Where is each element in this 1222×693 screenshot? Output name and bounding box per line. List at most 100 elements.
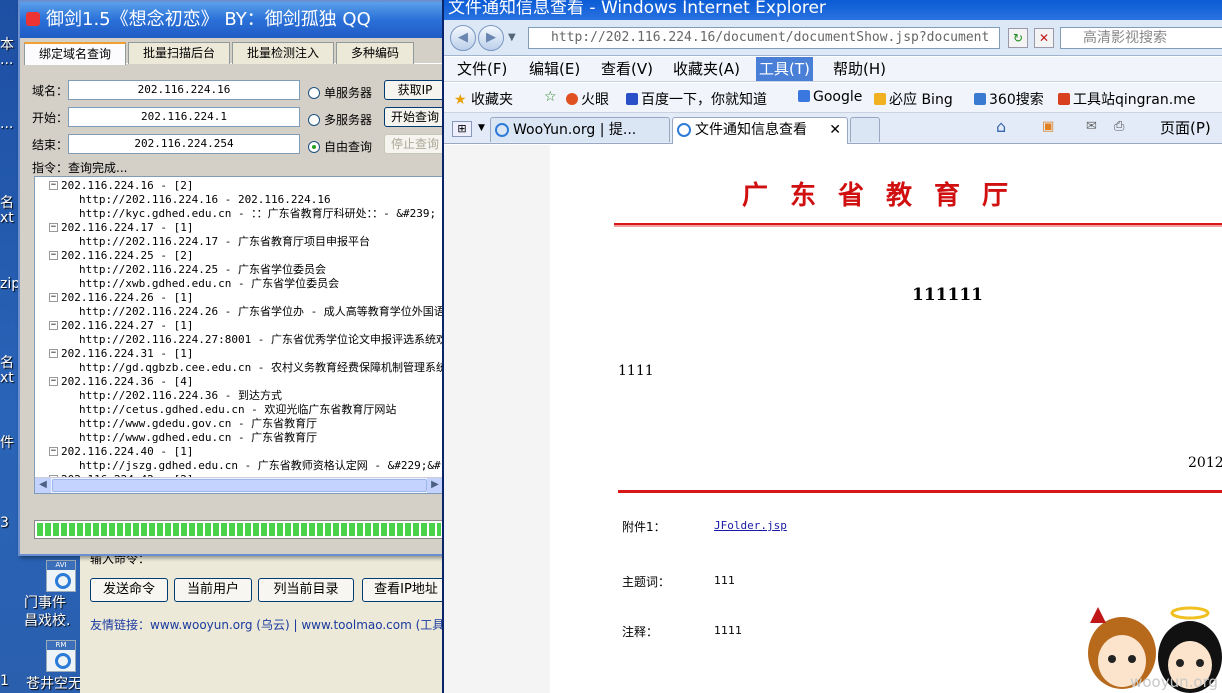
fav-baidu[interactable]: 百度一下，你就知道 — [626, 89, 767, 109]
tree-item[interactable]: http://www.gdhed.edu.cn - 广东省教育厅 — [35, 431, 317, 444]
mail-icon[interactable]: ✉ — [1086, 119, 1097, 134]
tree-node[interactable]: −202.116.224.25 - [2] — [35, 249, 193, 262]
search-input[interactable]: 高清影视搜索 — [1060, 27, 1222, 49]
ie-titlebar[interactable]: 文件通知信息查看 - Windows Internet Explorer — [444, 0, 1222, 20]
menu-file[interactable]: 文件(F) — [454, 57, 510, 81]
document-body: 1111 — [618, 363, 654, 379]
tree-node[interactable]: −202.116.224.17 - [1] — [35, 221, 193, 234]
tab-wooyun[interactable]: WooYun.org | 提... — [490, 117, 670, 142]
video-file-icon[interactable]: AVI — [46, 560, 76, 592]
scroll-left-icon[interactable]: ◀ — [35, 478, 51, 493]
tab-list-icon[interactable]: ▼ — [478, 123, 485, 133]
tree-node[interactable]: −202.116.224.40 - [1] — [35, 445, 193, 458]
tree-item[interactable]: http://xwb.gdhed.edu.cn - 广东省学位委员会 — [35, 277, 339, 290]
start-query-button[interactable]: 开始查询 — [384, 107, 446, 127]
collapse-icon[interactable]: − — [49, 293, 58, 302]
tab-injection-scan[interactable]: 批量检测注入 — [232, 42, 335, 64]
video-file-icon[interactable]: RM — [46, 640, 76, 672]
home-icon[interactable]: ⌂ — [996, 117, 1006, 136]
tree-item[interactable]: http://gd.qgbzb.cee.edu.cn - 农村义务教育经费保障机… — [35, 361, 443, 374]
collapse-icon[interactable]: − — [49, 377, 58, 386]
current-user-button[interactable]: 当前用户 — [174, 578, 252, 602]
footer-divider — [618, 490, 1222, 493]
domain-input[interactable]: 202.116.224.16 — [68, 80, 300, 100]
tab-domain-query[interactable]: 绑定域名查询 — [24, 42, 127, 65]
collapse-icon[interactable]: − — [49, 349, 58, 358]
print-icon[interactable]: ⎙ — [1114, 119, 1124, 134]
url-input[interactable]: http://202.116.224.16/document/documentS… — [528, 27, 1000, 49]
menu-tools[interactable]: 工具(T) — [756, 57, 813, 81]
domain-label: 域名： — [32, 84, 69, 98]
start-label: 开始： — [32, 111, 69, 125]
tab-encoding[interactable]: 多种编码 — [336, 42, 415, 64]
tree-node[interactable]: −202.116.224.36 - [4] — [35, 375, 193, 388]
menu-help[interactable]: 帮助(H) — [830, 57, 889, 81]
radio-single-server[interactable]: 单服务器 — [308, 84, 372, 101]
friend-links[interactable]: 友情链接：www.wooyun.org (乌云) | www.toolmao.c… — [90, 616, 461, 633]
desktop-icon-label[interactable]: 昌戏校. — [24, 610, 70, 630]
tree-node[interactable]: −202.116.224.26 - [1] — [35, 291, 193, 304]
tree-node[interactable]: −202.116.224.16 - [2] — [35, 179, 193, 192]
view-ip-button[interactable]: 查看IP地址 — [362, 578, 450, 602]
collapse-icon[interactable]: − — [49, 223, 58, 232]
add-favorite-icon[interactable]: ☆ — [544, 89, 557, 105]
tree-node[interactable]: −202.116.224.27 - [1] — [35, 319, 193, 332]
collapse-icon[interactable]: − — [49, 447, 58, 456]
end-label: 结束： — [32, 138, 69, 152]
tree-item[interactable]: http://jszg.gdhed.edu.cn - 广东省教师资格认定网 - … — [35, 459, 443, 472]
progress-fill — [37, 523, 441, 536]
tab-document[interactable]: 文件通知信息查看 ✕ — [672, 117, 848, 144]
tree-item[interactable]: http://202.116.224.36 - 到达方式 — [35, 389, 282, 402]
collapse-icon[interactable]: − — [49, 251, 58, 260]
tree-item[interactable]: http://202.116.224.17 - 广东省教育厅项目申报平台 — [35, 235, 370, 248]
list-directory-button[interactable]: 列当前目录 — [258, 578, 354, 602]
radio-multi-server[interactable]: 多服务器 — [308, 111, 372, 128]
tree-item[interactable]: http://202.116.224.16 - 202.116.224.16 — [35, 193, 331, 206]
keyword-value: 111 — [714, 574, 735, 587]
new-tab-button[interactable] — [850, 117, 880, 142]
tree-item[interactable]: http://cetus.gdhed.edu.cn - 欢迎光临广东省教育厅网站 — [35, 403, 396, 416]
scroll-thumb[interactable] — [52, 479, 427, 492]
feeds-icon[interactable]: ▣ — [1042, 119, 1054, 134]
tree-item[interactable]: http://kyc.gdhed.edu.cn - ：：广东省教育厅科研处：：-… — [35, 207, 436, 220]
tree-item[interactable]: http://202.116.224.27:8001 - 广东省优秀学位论文申报… — [35, 333, 443, 346]
scroll-right-icon[interactable]: ▶ — [427, 478, 443, 493]
fav-qingran[interactable]: 工具站qingran.me — [1058, 89, 1195, 109]
desktop-icon-label[interactable]: 苍井空无 — [26, 673, 82, 693]
close-tab-icon[interactable]: ✕ — [829, 118, 841, 142]
desktop-icon-label[interactable]: 门事件 — [24, 592, 66, 612]
collapse-icon[interactable]: − — [49, 321, 58, 330]
page-menu[interactable]: 页面(P) — [1160, 117, 1211, 138]
start-ip-input[interactable]: 202.116.224.1 — [68, 107, 300, 127]
send-command-button[interactable]: 发送命令 — [90, 578, 168, 602]
tree-item[interactable]: http://202.116.224.26 - 广东省学位办 - 成人高等教育学… — [35, 305, 443, 318]
fav-huoyan[interactable]: 火眼 — [566, 89, 609, 109]
horizontal-scrollbar[interactable]: ◀ ▶ — [35, 477, 443, 493]
tab-admin-scan[interactable]: 批量扫描后台 — [128, 42, 231, 64]
fav-bing[interactable]: 必应 Bing — [874, 89, 953, 109]
end-ip-input[interactable]: 202.116.224.254 — [68, 134, 300, 154]
history-dropdown-icon[interactable]: ▼ — [508, 32, 516, 43]
window-titlebar[interactable]: 御剑1.5《想念初恋》 BY：御剑孤独 QQ — [20, 2, 446, 38]
radio-free-query[interactable]: 自由查询 — [308, 138, 372, 155]
forward-icon[interactable]: ▶ — [478, 25, 504, 51]
desktop-label: xt — [0, 370, 14, 386]
menu-view[interactable]: 查看(V) — [598, 57, 656, 81]
tree-node[interactable]: −202.116.224.31 - [1] — [35, 347, 193, 360]
result-tree[interactable]: −202.116.224.16 - [2] http://202.116.224.… — [34, 176, 444, 494]
tree-item[interactable]: http://202.116.224.25 - 广东省学位委员会 — [35, 263, 326, 276]
fav-360[interactable]: 360搜索 — [974, 89, 1044, 109]
favorites-button[interactable]: ★ 收藏夹 — [454, 89, 513, 109]
refresh-icon[interactable]: ↻ — [1008, 28, 1028, 48]
quick-tabs-icon[interactable]: ⊞ — [452, 121, 472, 137]
fav-google[interactable]: Google — [798, 89, 862, 105]
menu-edit[interactable]: 编辑(E) — [526, 57, 583, 81]
collapse-icon[interactable]: − — [49, 181, 58, 190]
menu-favorites[interactable]: 收藏夹(A) — [670, 57, 743, 81]
back-icon[interactable]: ◀ — [450, 25, 476, 51]
stop-icon[interactable]: ✕ — [1034, 28, 1054, 48]
get-ip-button[interactable]: 获取IP — [384, 80, 446, 100]
tree-item[interactable]: http://www.gdedu.gov.cn - 广东省教育厅 — [35, 417, 317, 430]
stop-query-button[interactable]: 停止查询 — [384, 134, 446, 154]
attachment-link[interactable]: JFolder.jsp — [714, 519, 787, 532]
